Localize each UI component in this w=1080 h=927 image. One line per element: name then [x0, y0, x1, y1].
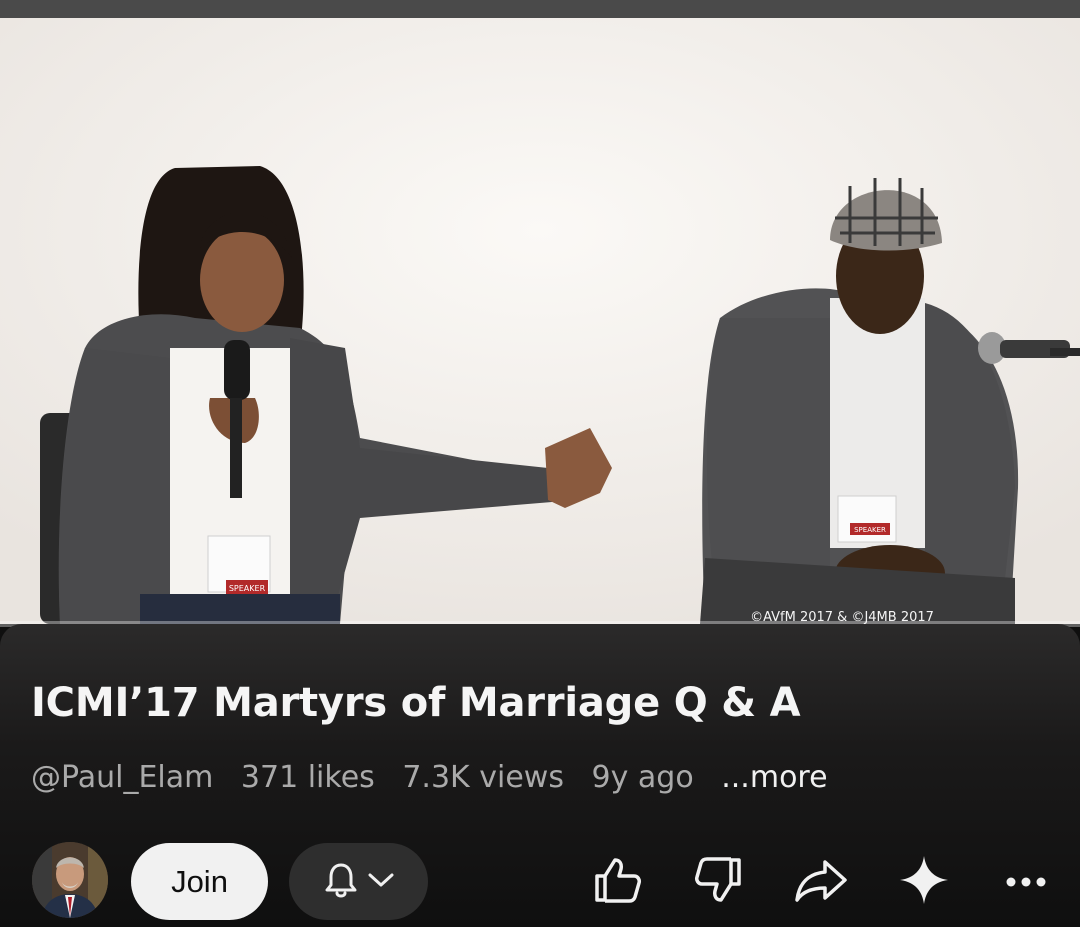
ask-ai-button[interactable] [894, 852, 954, 912]
video-player[interactable]: SPEAKER SPEAKER ©AVfM 2017 & ©J4MB 2017 [0, 18, 1080, 624]
dislike-button[interactable] [689, 852, 749, 912]
avatar-image [32, 842, 108, 918]
status-strip [0, 0, 1080, 18]
channel-avatar[interactable] [32, 842, 108, 918]
more-icon [1004, 873, 1048, 892]
video-frame: SPEAKER SPEAKER ©AVfM 2017 & ©J4MB 2017 [0, 18, 1080, 624]
join-button[interactable]: Join [131, 843, 268, 920]
badge-right: SPEAKER [854, 526, 886, 534]
sparkle-icon [898, 854, 950, 910]
video-meta[interactable]: @Paul_Elam 371 likes 7.3K views 9y ago .… [31, 760, 846, 795]
upload-age: 9y ago [591, 760, 694, 795]
view-count: 7.3K views [402, 760, 564, 795]
video-title[interactable]: ICMI’17 Martyrs of Marriage Q & A [31, 680, 801, 726]
more-link[interactable]: ...more [721, 760, 827, 795]
subscription-bell-button[interactable] [289, 843, 428, 920]
more-actions-button[interactable] [996, 852, 1056, 912]
bell-icon [323, 860, 359, 904]
like-button[interactable] [587, 852, 647, 912]
thumbs-down-icon [693, 854, 745, 910]
share-icon [793, 856, 849, 908]
share-button[interactable] [791, 852, 851, 912]
badge-left: SPEAKER [229, 584, 266, 593]
like-count: 371 likes [240, 760, 375, 795]
thumbs-up-icon [591, 854, 643, 910]
chevron-down-icon [367, 870, 395, 894]
channel-handle[interactable]: @Paul_Elam [31, 760, 213, 795]
